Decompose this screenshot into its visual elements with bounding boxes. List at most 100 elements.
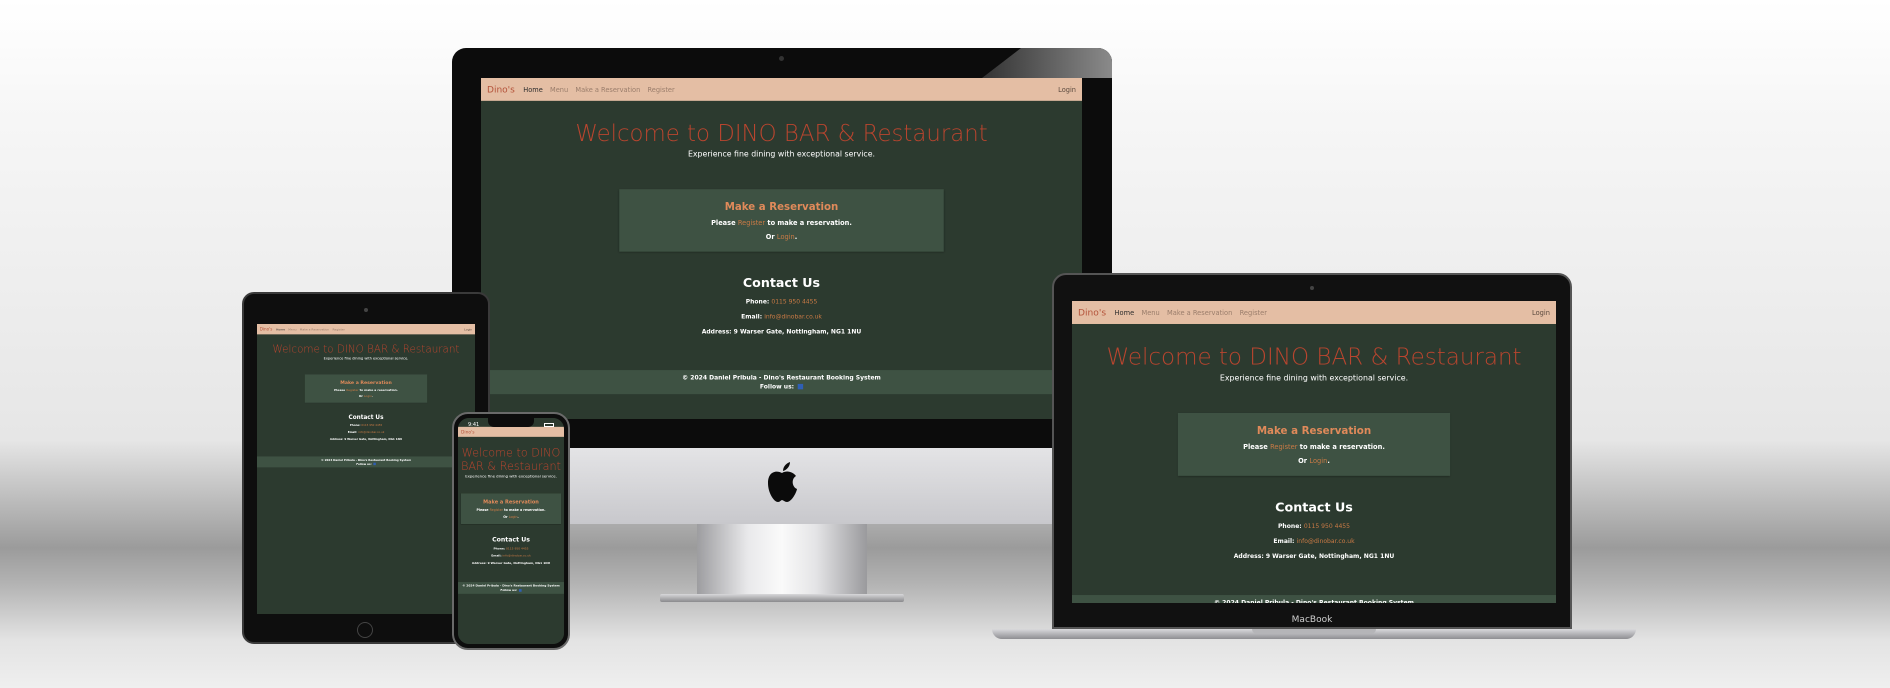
ipad-screen: Dino's Home Menu Make a Reservation Regi… (257, 324, 475, 614)
please-text: Please (476, 508, 489, 513)
iphone-screen: Dino's Home Menu Make a Reservation Regi… (458, 418, 564, 644)
macbook-screen: Dino's Home Menu Make a Reservation Regi… (1072, 301, 1556, 603)
navbar: Dino's Home Menu Make a Reservation Regi… (458, 426, 564, 437)
login-link[interactable]: Login (364, 394, 372, 398)
hero-section: Welcome to DINO BAR & Restaurant Experie… (481, 101, 1082, 159)
please-suffix: to make a reservation. (767, 218, 852, 227)
reservation-login-line: Or Login. (625, 233, 938, 241)
hero-subtitle: Experience fine dining with exceptional … (1219, 373, 1409, 383)
follow-label: Follow us: (500, 588, 518, 593)
phone-link[interactable]: 0115 950 4455 (506, 547, 528, 550)
address-label: Address: (329, 437, 344, 441)
reservation-register-line: Please Register to make a reservation. (464, 508, 558, 512)
please-suffix: to make a reservation. (504, 508, 546, 513)
reservation-login-line: Or Login. (1184, 457, 1444, 465)
address-text: 9 Warser Gate, Nottingham, NG1 1NU (733, 328, 862, 335)
contact-title: Contact Us (1275, 499, 1353, 515)
nav-register[interactable]: Register (1240, 309, 1267, 317)
or-text: Or (765, 232, 775, 241)
brand-logo[interactable]: Dino's (461, 429, 475, 434)
phone-label: Phone: (1277, 522, 1302, 530)
nav-login[interactable]: Login (1058, 86, 1076, 94)
email-label: Email: (741, 313, 763, 320)
phone-link[interactable]: 0115 950 4455 (1304, 523, 1350, 530)
imac-stand (697, 524, 867, 594)
register-link[interactable]: Register (490, 508, 503, 512)
nav-login[interactable]: Login (1532, 309, 1550, 317)
camera-icon (779, 56, 784, 61)
reservation-card: Make a Reservation Please Register to ma… (304, 374, 428, 403)
nav-login[interactable]: Login (464, 327, 472, 331)
footer-copyright: © 2024 Daniel Pribula - Dino's Restauran… (320, 458, 412, 462)
nav-register[interactable]: Register (647, 86, 674, 94)
login-link[interactable]: Login (1309, 457, 1327, 465)
hero-section: Welcome to DINO BAR & Restaurant Experie… (1072, 324, 1556, 382)
address-text: 9 Warser Gate, Nottingham, NG1 1NU (487, 561, 551, 566)
contact-address: Address: 9 Warser Gate, Nottingham, NG1 … (257, 438, 475, 441)
brand-logo[interactable]: Dino's (487, 84, 515, 95)
nav-menu[interactable]: Menu (288, 327, 296, 331)
or-text: Or (358, 394, 363, 398)
footer-copyright: © 2024 Daniel Pribula - Dino's Restauran… (1214, 599, 1414, 603)
hero-section: Welcome to DINO BAR & Restaurant Experie… (458, 437, 564, 479)
macbook-notch (1252, 629, 1376, 634)
email-link[interactable]: info@dinobar.co.uk (1297, 538, 1355, 545)
login-suffix: . (372, 394, 374, 398)
hero-title: Welcome to DINO BAR & Restaurant (575, 120, 988, 147)
site-page: Dino's Home Menu Make a Reservation Regi… (257, 324, 475, 614)
imac-foot (660, 594, 904, 602)
brand-logo[interactable]: Dino's (1078, 307, 1106, 318)
macbook-camera-icon (1310, 286, 1314, 290)
email-link[interactable]: info@dinobar.co.uk (503, 554, 531, 557)
navbar: Dino's Home Menu Make a Reservation Regi… (1072, 301, 1556, 324)
contact-phone: Phone: 0115 950 4455 (1072, 523, 1556, 530)
login-link[interactable]: Login (509, 515, 518, 519)
ipad-camera-icon (364, 308, 368, 312)
facebook-icon[interactable] (797, 383, 804, 390)
register-link[interactable]: Register (1270, 443, 1297, 451)
follow-label: Follow us: (356, 462, 372, 466)
nav-register[interactable]: Register (332, 327, 344, 331)
hero-subtitle: Experience fine dining with exceptional … (465, 474, 557, 479)
home-button[interactable] (357, 622, 373, 638)
nav-menu[interactable]: Menu (550, 86, 568, 94)
follow-label: Follow us: (759, 383, 795, 391)
reservation-login-line: Or Login. (464, 515, 558, 519)
phone-link[interactable]: 0115 950 4455 (361, 424, 382, 427)
facebook-icon[interactable] (373, 462, 376, 466)
site-footer: © 2024 Daniel Pribula - Dino's Restauran… (458, 582, 564, 594)
register-link[interactable]: Register (346, 388, 358, 392)
nav-menu[interactable]: Menu (1141, 309, 1159, 317)
iphone-notch (488, 418, 534, 427)
site-page: Dino's Home Menu Make a Reservation Regi… (458, 418, 564, 644)
or-text: Or (1298, 456, 1308, 465)
nav-make-reservation[interactable]: Make a Reservation (1167, 309, 1232, 317)
nav-home[interactable]: Home (1115, 309, 1135, 317)
brand-logo[interactable]: Dino's (260, 327, 273, 332)
email-link[interactable]: info@dinobar.co.uk (358, 431, 384, 434)
contact-title: Contact Us (492, 535, 530, 543)
nav-home[interactable]: Home (523, 86, 543, 94)
contact-address: Address: 9 Warser Gate, Nottingham, NG1 … (458, 562, 564, 565)
please-text: Please (334, 387, 346, 392)
apple-logo-icon (768, 462, 797, 502)
address-label: Address: (471, 561, 487, 566)
nav-make-reservation[interactable]: Make a Reservation (300, 327, 329, 331)
login-suffix: . (794, 232, 798, 241)
please-suffix: to make a reservation. (359, 387, 398, 392)
email-link[interactable]: info@dinobar.co.uk (764, 313, 822, 320)
status-time: 9:41 (468, 422, 480, 428)
nav-home[interactable]: Home (276, 327, 285, 331)
facebook-icon[interactable] (518, 589, 522, 592)
hero-title: Welcome to DINO BAR & Restaurant (272, 343, 460, 356)
contact-section: Contact Us Phone: 0115 950 4455 Email: i… (458, 524, 564, 565)
contact-title: Contact Us (348, 413, 384, 421)
nav-make-reservation[interactable]: Make a Reservation (575, 86, 640, 94)
site-footer: © 2024 Daniel Pribula - Dino's Restauran… (1072, 594, 1556, 603)
hero-title: Welcome to DINO BAR & Restaurant (1106, 343, 1522, 370)
login-suffix: . (517, 514, 519, 519)
login-link[interactable]: Login (777, 233, 795, 241)
register-link[interactable]: Register (738, 219, 765, 227)
hero-subtitle: Experience fine dining with exceptional … (323, 356, 409, 361)
phone-link[interactable]: 0115 950 4455 (771, 298, 817, 305)
